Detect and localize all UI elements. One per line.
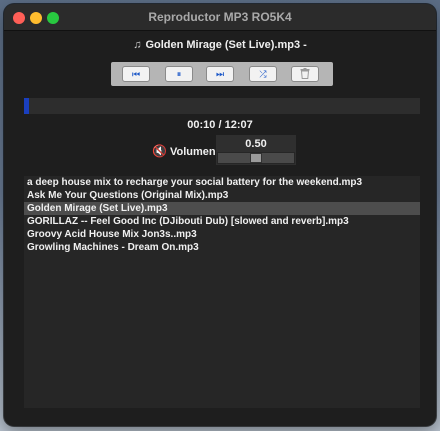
playlist-item[interactable]: Growling Machines - Dream On.mp3 <box>24 241 420 254</box>
next-button[interactable]: ⏭ <box>206 66 234 82</box>
app-window: Reproductor MP3 RO5K4 ♫ Golden Mirage (Se… <box>4 4 436 426</box>
pause-icon: ⏸ <box>176 68 182 79</box>
pause-button[interactable]: ⏸ <box>165 66 193 82</box>
playback-controls: ⏮ ⏸ ⏭ ⤮ <box>111 62 333 86</box>
speaker-muted-icon[interactable]: 🔇 <box>152 144 167 158</box>
now-playing-title: Golden Mirage (Set Live).mp3 - <box>145 39 307 51</box>
playlist-item[interactable]: Ask Me Your Questions (Original Mix).mp3 <box>24 189 420 202</box>
shuffle-icon: ⤮ <box>259 68 267 79</box>
playlist-item[interactable]: GORILLAZ -- Feel Good Inc (DJibouti Dub)… <box>24 215 420 228</box>
volume-control: 0.50 <box>216 135 296 165</box>
now-playing: ♫ Golden Mirage (Set Live).mp3 - <box>4 39 436 51</box>
playlist-item[interactable]: a deep house mix to recharge your social… <box>24 176 420 189</box>
music-note-icon: ♫ <box>133 39 142 51</box>
skip-back-icon: ⏮ <box>131 68 141 79</box>
playlist: a deep house mix to recharge your social… <box>24 176 420 408</box>
volume-slider[interactable] <box>217 152 295 164</box>
time-display: 00:10 / 12:07 <box>187 119 253 131</box>
window-title: Reproductor MP3 RO5K4 <box>148 10 292 24</box>
playlist-item[interactable]: Groovy Acid House Mix Jon3s..mp3 <box>24 228 420 241</box>
volume-slider-handle[interactable] <box>250 153 262 163</box>
playlist-item[interactable]: Golden Mirage (Set Live).mp3 <box>24 202 420 215</box>
title-bar[interactable]: Reproductor MP3 RO5K4 <box>4 4 436 31</box>
progress-bar[interactable] <box>24 98 420 114</box>
previous-button[interactable]: ⏮ <box>122 66 150 82</box>
shuffle-button[interactable]: ⤮ <box>249 66 277 82</box>
delete-button[interactable] <box>291 66 319 82</box>
skip-forward-icon: ⏭ <box>215 68 225 79</box>
volume-label: Volumen <box>170 146 216 158</box>
trash-icon <box>300 67 310 81</box>
progress-fill <box>24 98 30 114</box>
volume-value: 0.50 <box>245 138 267 150</box>
